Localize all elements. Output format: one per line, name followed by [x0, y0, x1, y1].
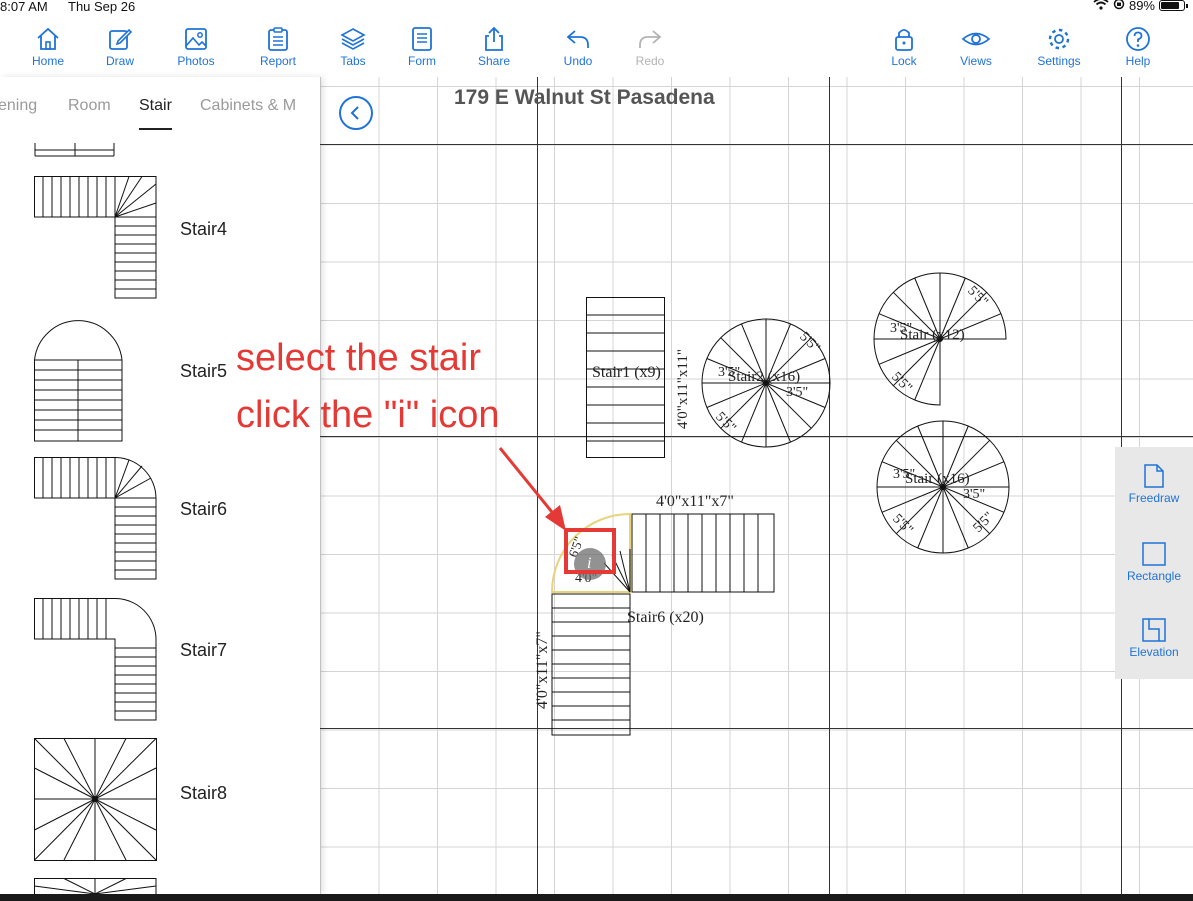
stair4-thumbnail: [34, 176, 157, 299]
stair-item-7[interactable]: Stair7: [0, 597, 320, 727]
status-date: Thu Sep 26: [68, 0, 136, 14]
home-button[interactable]: Home: [18, 26, 78, 68]
lock-button[interactable]: Lock: [874, 26, 934, 68]
bottom-edge: [0, 894, 1193, 901]
photos-button[interactable]: Photos: [166, 26, 226, 68]
status-right: 89%: [1093, 0, 1188, 13]
annotation-line-2: click the "i" icon: [236, 394, 500, 436]
stair-item-label: Stair5: [180, 361, 228, 381]
question-circle-icon: [1126, 27, 1150, 51]
stair-item-8[interactable]: Stair8: [0, 737, 320, 867]
rectangle-icon: [1142, 542, 1166, 566]
tab-room[interactable]: Room: [68, 97, 111, 115]
photo-icon: [185, 28, 207, 50]
chevron-left-icon: [350, 106, 359, 120]
spiral-br-dim: 3'5": [893, 467, 916, 482]
freedraw-button[interactable]: Freedraw: [1115, 463, 1193, 505]
freedraw-icon: [1144, 464, 1164, 488]
battery-icon: [1159, 0, 1188, 11]
clipboard-icon: [268, 27, 288, 51]
views-button[interactable]: Views: [946, 26, 1006, 68]
spiral-tr-dim: 3'5": [890, 321, 913, 336]
tab-opening[interactable]: ening: [0, 97, 37, 115]
stair-thumb-partial: [34, 143, 115, 157]
stair8-thumbnail: [34, 738, 157, 861]
stair2-dim-left: 3'5": [718, 365, 741, 380]
tab-cabinets[interactable]: Cabinets & M: [200, 97, 296, 115]
stair-item-label: Stair4: [180, 219, 228, 239]
stair-thumb-partial-bottom: [34, 878, 157, 894]
wifi-icon: [1093, 0, 1109, 13]
stair-item-6[interactable]: Stair6: [0, 456, 320, 586]
stair-item-label: Stair6: [180, 499, 228, 519]
stair-spiral-bottom-right[interactable]: Stair (x16) 3'5" 3'5" 5'5" 5'5": [875, 419, 1011, 555]
draw-button[interactable]: Draw: [90, 26, 150, 68]
library-tabs: ening Room Stair Cabinets & M: [0, 77, 320, 130]
tabs-button[interactable]: Tabs: [323, 26, 383, 68]
redo-icon: [639, 30, 662, 48]
share-button[interactable]: Share: [464, 26, 524, 68]
status-time: 8:07 AM: [0, 0, 48, 14]
lock-icon: [895, 29, 913, 51]
rectangle-button[interactable]: Rectangle: [1115, 541, 1193, 583]
spiral-br-dim-2: 3'5": [963, 487, 986, 502]
tab-stair[interactable]: Stair: [139, 97, 172, 130]
floorplan-canvas[interactable]: 179 E Walnut St Pasadena Stair1 (x9) 4'0…: [320, 77, 1193, 894]
stair7-thumbnail: [34, 598, 157, 721]
stair-item-label: Stair8: [180, 783, 228, 803]
stair5-thumbnail: [34, 320, 123, 442]
battery-percent: 89%: [1128, 0, 1155, 13]
shape-tools-panel: Freedraw Rectangle Elevation: [1115, 447, 1193, 679]
redo-button[interactable]: Redo: [620, 26, 680, 68]
stair-item-4[interactable]: Stair4: [0, 173, 320, 303]
stair6-left-dim: 4'0"x11"x7": [534, 631, 551, 709]
annotation-line-1: select the stair: [236, 337, 481, 379]
top-toolbar: Home Draw Photos Report Tabs Form Share …: [0, 16, 1193, 76]
grid-major-line: [829, 77, 830, 894]
stair-spiral-top-right[interactable]: Stair (x12) 3'5" 5'5" 5'5": [872, 271, 1008, 407]
orientation-lock-icon: [1113, 0, 1125, 13]
eye-icon: [961, 32, 991, 46]
stair1-label: Stair1 (x9): [592, 364, 661, 381]
stair-library-panel: ening Room Stair Cabinets & M Stair4 Sta…: [0, 77, 320, 894]
stair6-top-dim: 4'0"x11"x7": [656, 493, 734, 510]
grid-major-line: [320, 144, 1193, 145]
undo-icon: [566, 30, 589, 48]
help-button[interactable]: Help: [1108, 26, 1168, 68]
elevation-button[interactable]: Elevation: [1115, 617, 1193, 659]
back-button[interactable]: [339, 96, 373, 130]
report-button[interactable]: Report: [248, 26, 308, 68]
elevation-icon: [1142, 618, 1166, 642]
form-button[interactable]: Form: [392, 26, 452, 68]
stair1-dimension: 4'0"x11"x11": [675, 349, 691, 429]
stair6-thumbnail: [34, 457, 157, 580]
status-bar: 8:07 AM Thu Sep 26 89%: [0, 0, 1193, 16]
stair-item-label: Stair7: [180, 640, 228, 660]
undo-button[interactable]: Undo: [548, 26, 608, 68]
project-title: 179 E Walnut St Pasadena: [454, 86, 715, 109]
stair1[interactable]: Stair1 (x9): [586, 297, 666, 459]
pencil-square-icon: [109, 28, 133, 50]
gear-icon: [1048, 28, 1070, 50]
settings-button[interactable]: Settings: [1029, 26, 1089, 68]
layers-icon: [340, 28, 366, 50]
annotation-arrow: [498, 447, 566, 531]
stair2-dim-right: 3'5": [786, 385, 809, 400]
home-icon: [37, 27, 59, 50]
form-icon: [412, 27, 432, 51]
share-icon: [485, 26, 503, 51]
stair2-spiral[interactable]: Stair2 (x16) 3'5" 3'5" 5'5" 5'5": [700, 317, 832, 449]
stair6-label: Stair6 (x20): [627, 609, 704, 626]
